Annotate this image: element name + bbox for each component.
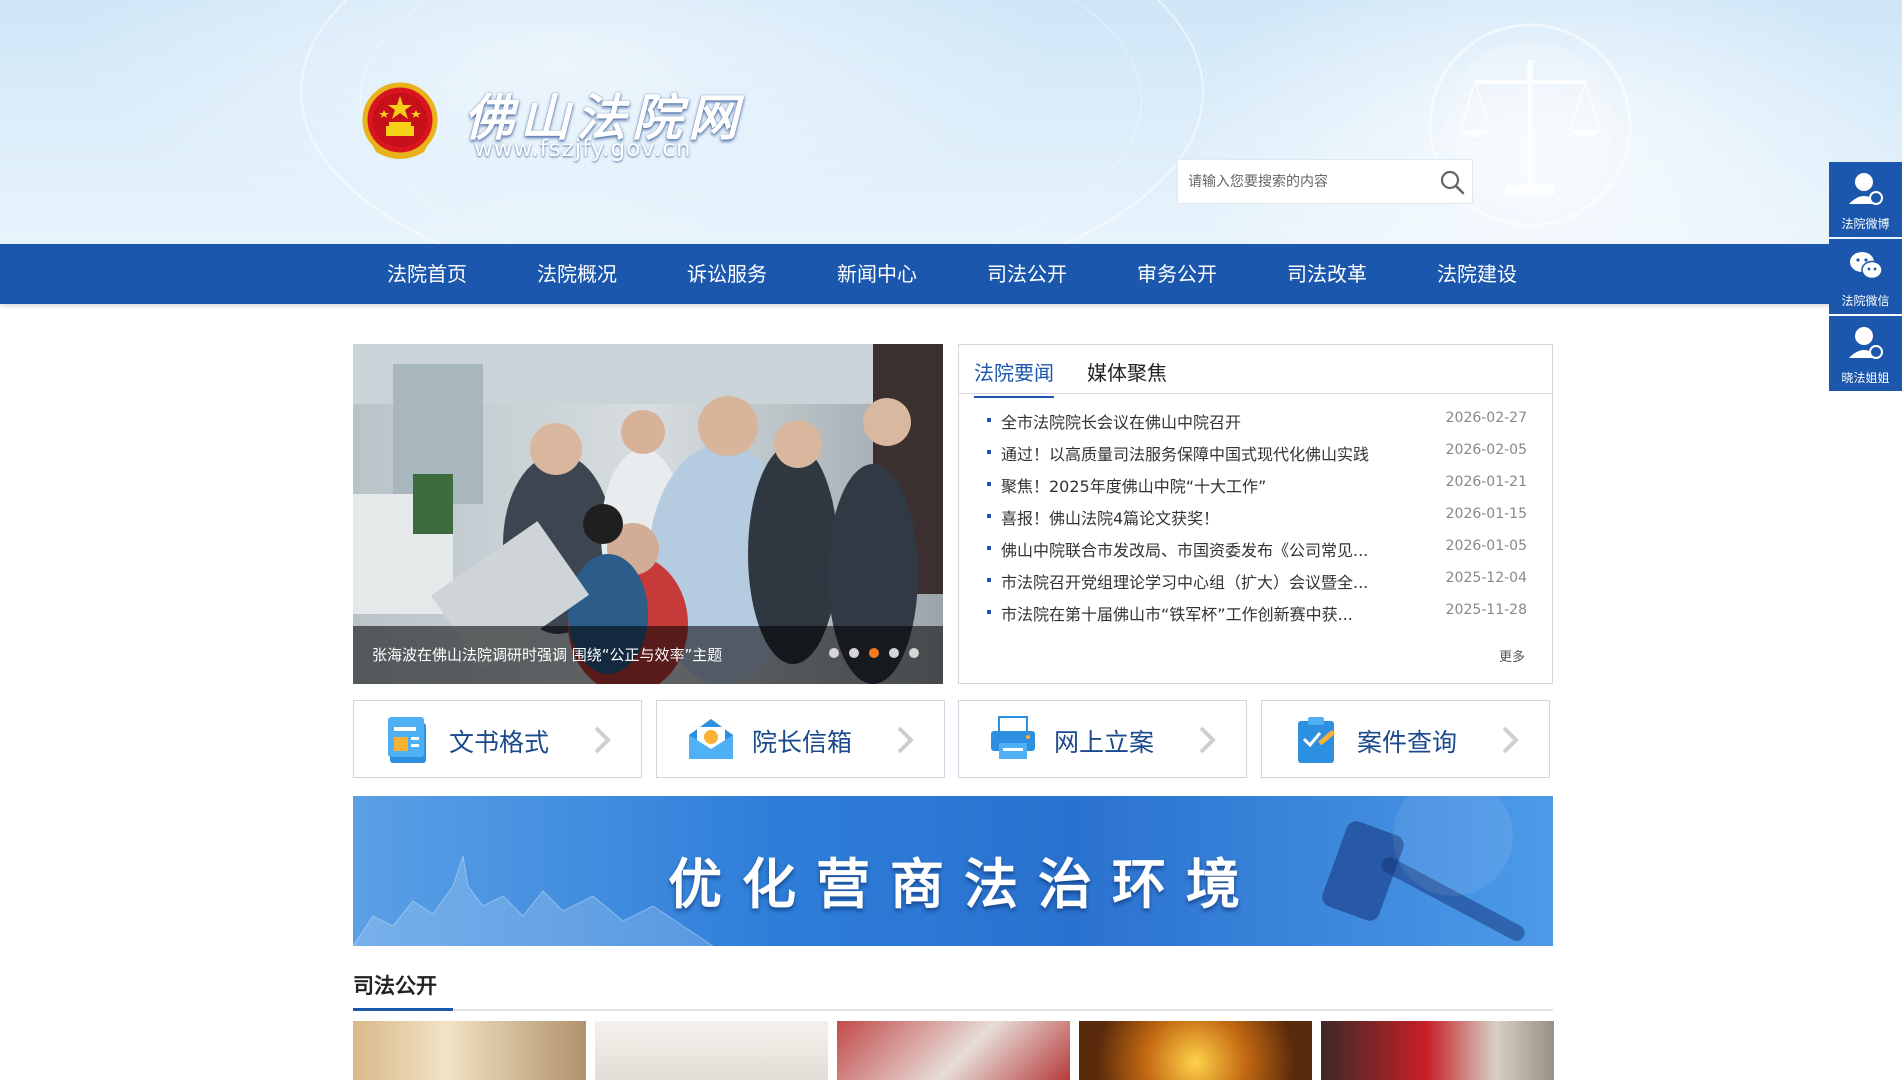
quick-link-label: 网上立案	[1054, 728, 1155, 757]
search-input[interactable]	[1178, 160, 1448, 203]
news-list: 全市法院院长会议在佛山中院召开 2026-02-27 通过！以高质量司法服务保障…	[987, 409, 1527, 633]
document-icon	[388, 717, 426, 763]
printer-icon	[991, 716, 1035, 759]
wechat-icon	[1850, 252, 1883, 280]
site-header: 佛山法院网 www.fszjfy.gov.cn	[0, 0, 1902, 244]
section-divider	[353, 1009, 1553, 1011]
news-date: 2025-12-04	[1445, 570, 1527, 586]
quick-link-label: 院长信箱	[752, 728, 853, 757]
banner-text: 优化营商法治环境	[668, 852, 1260, 916]
list-item[interactable]: 通过！以高质量司法服务保障中国式现代化佛山实践 2026-02-05	[987, 441, 1527, 473]
national-emblem-icon	[362, 82, 438, 159]
section-thumbnail[interactable]	[837, 1021, 1070, 1080]
news-title[interactable]: 全市法院院长会议在佛山中院召开	[1001, 409, 1241, 433]
nav-item-litigation[interactable]: 诉讼服务	[652, 244, 802, 304]
search-box	[1177, 159, 1473, 204]
section-thumbnail[interactable]	[353, 1021, 586, 1080]
nav-item-news[interactable]: 新闻中心	[802, 244, 952, 304]
chevron-right-icon	[594, 726, 611, 754]
carousel-dot[interactable]	[909, 648, 919, 658]
side-item-wechat[interactable]: 法院微信	[1829, 239, 1902, 314]
quick-link-case-query[interactable]: 案件查询	[1261, 700, 1550, 778]
tab-court-news[interactable]: 法院要闻	[974, 357, 1054, 398]
quick-link-label: 案件查询	[1357, 728, 1458, 757]
news-date: 2026-01-15	[1445, 506, 1527, 522]
news-title[interactable]: 市法院在第十届佛山市“铁军杯”工作创新赛中获...	[1001, 601, 1353, 625]
site-url: www.fszjfy.gov.cn	[474, 136, 692, 162]
nav-item-reform[interactable]: 司法改革	[1252, 244, 1402, 304]
carousel-caption-bar: 张海波在佛山法院调研时强调 围绕“公正与效率”主题	[353, 626, 943, 684]
nav-item-judicial-open[interactable]: 司法公开	[952, 244, 1102, 304]
quick-link-president-mailbox[interactable]: 院长信箱	[656, 700, 945, 778]
mailbox-icon	[689, 719, 733, 759]
nav-item-home[interactable]: 法院首页	[352, 244, 502, 304]
carousel-dot[interactable]	[889, 648, 899, 658]
tab-media-focus[interactable]: 媒体聚焦	[1087, 357, 1167, 396]
list-item[interactable]: 喜报！佛山法院4篇论文获奖！ 2026-01-15	[987, 505, 1527, 537]
quick-link-online-filing[interactable]: 网上立案	[958, 700, 1247, 778]
side-item-label: 晓法姐姐	[1841, 371, 1890, 385]
main-nav: 法院首页 法院概况 诉讼服务 新闻中心 司法公开 审务公开 司法改革 法院建设	[0, 244, 1902, 304]
side-item-weibo[interactable]: 法院微博	[1829, 162, 1902, 237]
side-item-label: 法院微博	[1841, 217, 1890, 231]
person-icon	[1849, 327, 1883, 359]
side-item-label: 法院微信	[1841, 294, 1890, 308]
carousel-dot[interactable]	[849, 648, 859, 658]
section-divider-active	[353, 1008, 453, 1011]
side-float-bar: 法院微博 法院微信 晓法姐姐	[1829, 162, 1902, 393]
section-thumbnail[interactable]	[1321, 1021, 1554, 1080]
nav-item-affairs-open[interactable]: 审务公开	[1102, 244, 1252, 304]
news-date: 2026-02-27	[1445, 410, 1527, 426]
carousel-dot[interactable]	[829, 648, 839, 658]
chevron-right-icon	[1199, 726, 1216, 754]
quick-link-document-format[interactable]: 文书格式	[353, 700, 642, 778]
side-item-xiaofa[interactable]: 晓法姐姐	[1829, 316, 1902, 391]
chevron-right-icon	[897, 726, 914, 754]
news-title[interactable]: 佛山中院联合市发改局、市国资委发布《公司常见...	[1001, 537, 1368, 561]
news-date: 2026-02-05	[1445, 442, 1527, 458]
news-title[interactable]: 喜报！佛山法院4篇论文获奖！	[1001, 505, 1219, 529]
carousel-dot-active[interactable]	[869, 648, 879, 658]
list-item[interactable]: 全市法院院长会议在佛山中院召开 2026-02-27	[987, 409, 1527, 441]
carousel-caption[interactable]: 张海波在佛山法院调研时强调 围绕“公正与效率”主题	[372, 644, 722, 665]
list-item[interactable]: 市法院在第十届佛山市“铁军杯”工作创新赛中获... 2025-11-28	[987, 601, 1527, 633]
chevron-right-icon	[1502, 726, 1519, 754]
nav-item-construction[interactable]: 法院建设	[1402, 244, 1552, 304]
news-date: 2026-01-05	[1445, 538, 1527, 554]
person-icon	[1849, 173, 1883, 205]
list-item[interactable]: 市法院召开党组理论学习中心组（扩大）会议暨全... 2025-12-04	[987, 569, 1527, 601]
section-thumbnail[interactable]	[595, 1021, 828, 1080]
quick-link-label: 文书格式	[449, 728, 550, 757]
news-tabs: 法院要闻 媒体聚焦	[959, 345, 1552, 398]
search-icon[interactable]	[1438, 168, 1466, 196]
news-title[interactable]: 市法院召开党组理论学习中心组（扩大）会议暨全...	[1001, 569, 1368, 593]
nav-item-overview[interactable]: 法院概况	[502, 244, 652, 304]
more-link[interactable]: 更多	[1499, 646, 1525, 665]
news-date: 2026-01-21	[1445, 474, 1527, 490]
list-item[interactable]: 聚焦！2025年度佛山中院“十大工作” 2026-01-21	[987, 473, 1527, 505]
clipboard-icon	[1298, 717, 1336, 763]
section-title[interactable]: 司法公开	[353, 970, 437, 1000]
news-date: 2025-11-28	[1445, 602, 1527, 618]
news-panel: 法院要闻 媒体聚焦 全市法院院长会议在佛山中院召开 2026-02-27 通过！…	[958, 344, 1553, 684]
news-title[interactable]: 聚焦！2025年度佛山中院“十大工作”	[1001, 473, 1266, 497]
promo-banner[interactable]: 优化营商法治环境	[353, 796, 1553, 946]
news-title[interactable]: 通过！以高质量司法服务保障中国式现代化佛山实践	[1001, 441, 1369, 465]
news-carousel[interactable]: 张海波在佛山法院调研时强调 围绕“公正与效率”主题	[353, 344, 943, 684]
list-item[interactable]: 佛山中院联合市发改局、市国资委发布《公司常见... 2026-01-05	[987, 537, 1527, 569]
section-thumbnail[interactable]	[1079, 1021, 1312, 1080]
carousel-dots	[829, 648, 919, 658]
